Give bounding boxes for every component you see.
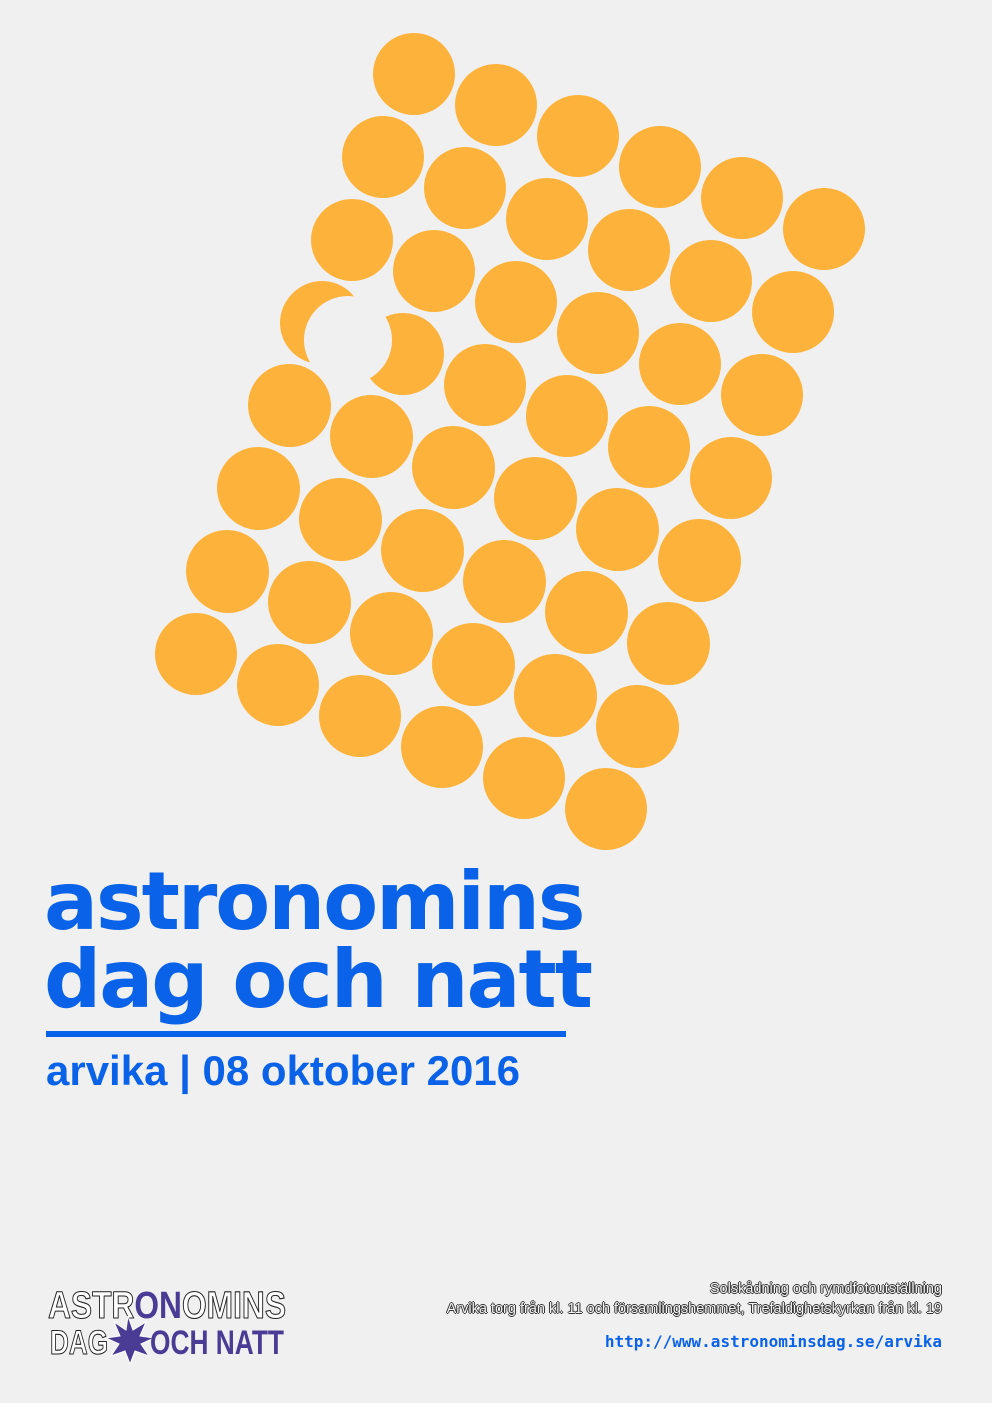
sun-dot xyxy=(690,437,772,519)
event-url: http://www.astronominsdag.se/arvika xyxy=(604,1332,942,1351)
event-description: Solskådning och rymdfotoutställning xyxy=(709,1281,942,1297)
sun-dot xyxy=(783,188,865,270)
sun-dot xyxy=(588,209,670,291)
sun-dot xyxy=(311,199,393,281)
logo-word-on: ON xyxy=(134,1285,182,1327)
event-info: Solskådning och rymdfotoutställning Arvi… xyxy=(447,1279,942,1351)
sun-dot xyxy=(639,323,721,405)
svg-text:ASTRONOMINS: ASTRONOMINS xyxy=(48,1285,286,1327)
sun-dot xyxy=(217,447,299,529)
sun-dot xyxy=(627,602,709,684)
sun-dot xyxy=(514,654,596,736)
sun-dot xyxy=(752,271,834,353)
sun-dot xyxy=(393,230,475,312)
sun-dot xyxy=(319,675,401,757)
sun-dot xyxy=(619,126,701,208)
sun-dot xyxy=(444,344,526,426)
sun-dot-pattern xyxy=(155,33,865,850)
title-line-1: astronomins xyxy=(44,855,586,948)
sun-dot xyxy=(701,157,783,239)
sun-dot xyxy=(545,571,627,653)
astronomins-dag-logo: ASTRONOMINS DAG OCH NATT xyxy=(47,1284,287,1364)
sun-dot xyxy=(432,623,514,705)
sun-dot xyxy=(237,644,319,726)
sun-dot xyxy=(565,768,647,850)
title-divider xyxy=(46,1031,566,1037)
event-times: Arvika torg från kl. 11 och församlingsh… xyxy=(446,1301,942,1317)
sun-dot xyxy=(608,406,690,488)
sun-dot xyxy=(401,706,483,788)
sun-dot xyxy=(155,613,237,695)
logo-word-omins: OMINS xyxy=(182,1285,286,1327)
sun-dot xyxy=(186,530,268,612)
sun-dot xyxy=(483,737,565,819)
sun-dot xyxy=(463,540,545,622)
sun-dot xyxy=(537,95,619,177)
title-line-2: dag och natt xyxy=(44,933,593,1026)
sun-dot xyxy=(373,33,455,115)
sun-dot xyxy=(330,395,412,477)
sun-dot xyxy=(455,64,537,146)
sun-dot xyxy=(526,375,608,457)
sun-dot xyxy=(350,592,432,674)
sun-dot xyxy=(412,426,494,508)
sun-dot xyxy=(381,509,463,591)
event-location-date: arvika | 08 oktober 2016 xyxy=(46,1047,521,1094)
sun-dot xyxy=(342,116,424,198)
sun-dot xyxy=(248,364,330,446)
logo-word-och-natt: OCH NATT xyxy=(150,1324,284,1362)
logo-word-dag: DAG xyxy=(50,1324,108,1362)
sun-dot xyxy=(658,519,740,601)
sun-dot xyxy=(576,488,658,570)
sun-dot xyxy=(299,478,381,560)
sun-dot xyxy=(424,147,506,229)
sun-dot xyxy=(268,561,350,643)
sun-dot xyxy=(721,354,803,436)
sun-dot xyxy=(557,292,639,374)
sun-dot xyxy=(670,240,752,322)
logo-word-astr: ASTR xyxy=(48,1285,134,1327)
sun-dot xyxy=(475,261,557,343)
sun-dot xyxy=(596,685,678,767)
sun-dot xyxy=(494,457,576,539)
sun-dot xyxy=(506,178,588,260)
poster: astronomins dag och natt arvika | 08 okt… xyxy=(0,0,992,1403)
